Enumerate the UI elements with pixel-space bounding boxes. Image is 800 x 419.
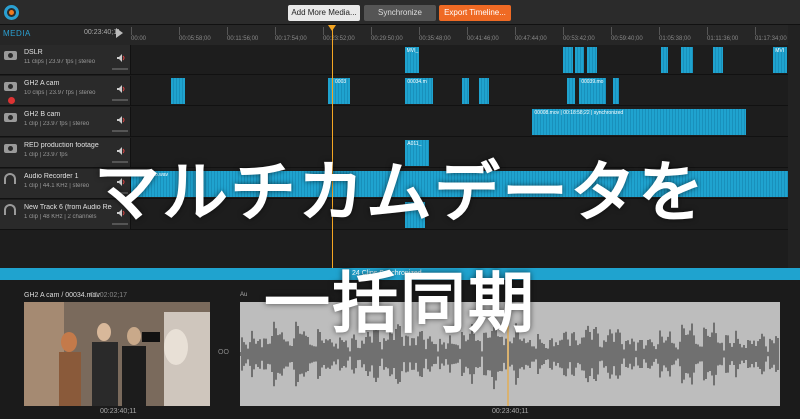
- link-icon[interactable]: OO: [218, 349, 229, 356]
- media-clip[interactable]: [567, 78, 576, 104]
- camera-icon: [4, 51, 17, 60]
- media-clip[interactable]: [680, 47, 693, 73]
- track-row[interactable]: DSLR 11 clips | 23.97 fps | stereo MVI_ MVI: [0, 45, 800, 75]
- media-label: MEDIA: [3, 29, 31, 38]
- preview-time: 00:23:40;11: [100, 408, 137, 415]
- ruler-tick: 01:11:36;00: [707, 27, 739, 42]
- media-clip[interactable]: [713, 47, 724, 73]
- media-clip[interactable]: [575, 47, 584, 73]
- ruler-tick: 01:17:34;00: [755, 27, 787, 42]
- track-lane[interactable]: 00008.mov | 00:18:58;22 | synchronized: [131, 107, 800, 136]
- volume-slider[interactable]: [112, 68, 128, 70]
- ruler-tick: 00:47:44;00: [515, 27, 547, 42]
- overlay-headline: マルチカムデータを: [94, 154, 706, 231]
- playhead-time: 00:23:40;11: [84, 29, 121, 36]
- warning-icon: [8, 97, 15, 104]
- ruler-tick: 00:29:50;00: [371, 27, 403, 42]
- export-timeline-button[interactable]: Export Timeline...: [439, 5, 511, 21]
- volume-slider[interactable]: [112, 130, 128, 132]
- clip-label: 00039.mo: [581, 79, 604, 85]
- media-clip[interactable]: [612, 78, 620, 104]
- ruler-tick: 00:11:56;00: [227, 27, 259, 42]
- volume-slider[interactable]: [112, 99, 128, 101]
- ruler-tick: 00:23:52;00: [323, 27, 355, 42]
- media-clip[interactable]: 00008.mov | 00:18:58;22 | synchronized: [532, 109, 747, 135]
- track-info: 10 clips | 23.97 fps | stereo: [24, 90, 96, 96]
- track-name[interactable]: DSLR: [24, 49, 112, 56]
- media-clip[interactable]: [563, 47, 573, 73]
- speaker-icon[interactable]: [117, 85, 125, 93]
- track-lane[interactable]: MVI_ MVI: [131, 45, 800, 74]
- clip-label: 00008.mov | 00:18:58;22 | synchronized: [534, 110, 624, 116]
- media-clip[interactable]: [587, 47, 598, 73]
- clip-label: MVI_: [406, 48, 419, 54]
- media-clip[interactable]: 00039.mo: [579, 78, 606, 104]
- media-clip[interactable]: MVI: [773, 47, 787, 73]
- ruler-tick: 01:05:38;00: [659, 27, 691, 42]
- track-row[interactable]: GH2 B cam 1 clip | 23.97 fps | stereo 0000…: [0, 107, 800, 137]
- ruler-tick: 00:53:42;00: [563, 27, 595, 42]
- clip-label: 0003: [335, 79, 347, 85]
- clip-label: 00034.m: [407, 79, 427, 85]
- ruler-tick: 00:35:48;00: [419, 27, 451, 42]
- track-info: 11 clips | 23.97 fps | stereo: [24, 59, 96, 65]
- media-clip[interactable]: [478, 78, 489, 104]
- track-name[interactable]: GH2 A cam: [24, 80, 112, 87]
- track-row[interactable]: GH2 A cam 10 clips | 23.97 fps | stereo 00…: [0, 76, 800, 106]
- ruler-tick: 00:59:40;00: [611, 27, 643, 42]
- synchronize-button[interactable]: Synchronize: [364, 5, 436, 21]
- ruler-tick: 00:41:46;00: [467, 27, 499, 42]
- media-clip[interactable]: [462, 78, 469, 104]
- track-header[interactable]: GH2 A cam 10 clips | 23.97 fps | stereo: [0, 76, 131, 105]
- ruler-tick: 00:05:58;00: [179, 27, 211, 42]
- speaker-icon[interactable]: [117, 54, 125, 62]
- media-clip[interactable]: 00034.m: [405, 78, 434, 104]
- camera-icon: [4, 113, 17, 122]
- speaker-icon[interactable]: [117, 116, 125, 124]
- media-clip[interactable]: MVI_: [404, 47, 420, 73]
- track-name[interactable]: GH2 B cam: [24, 111, 112, 118]
- ruler-tick: 00:00: [131, 27, 147, 42]
- track-info: 1 clip | 23.97 fps | stereo: [24, 121, 90, 127]
- track-header[interactable]: DSLR 11 clips | 23.97 fps | stereo: [0, 45, 131, 74]
- playhead-handle-icon[interactable]: [328, 25, 336, 31]
- overlay-subheadline: 一括同期: [264, 265, 536, 342]
- waveform-time: 00:23:40;11: [492, 408, 529, 415]
- media-clip[interactable]: 0003: [333, 78, 350, 104]
- ruler-tick: 00:17:54;00: [275, 27, 307, 42]
- title-bar: Add More Media... Synchronize Export Tim…: [0, 0, 800, 25]
- play-icon[interactable]: [116, 28, 123, 38]
- media-clip[interactable]: [660, 47, 668, 73]
- app-logo-icon: [4, 5, 19, 20]
- add-media-button[interactable]: Add More Media...: [288, 5, 360, 21]
- ruler-ticks: 00:00 00:05:58;00 00:11:56;00 00:17:54;00 00…: [131, 25, 800, 45]
- clip-label: MVI: [775, 48, 785, 54]
- track-header[interactable]: GH2 B cam 1 clip | 23.97 fps | stereo: [0, 107, 131, 136]
- media-clip[interactable]: [171, 78, 185, 104]
- camera-icon: [4, 82, 17, 91]
- timeline-ruler[interactable]: MEDIA 00:23:40;11 00:00 00:05:58;00 00:11:…: [0, 25, 800, 45]
- track-lane[interactable]: 0003 00034.m 00039.mo: [131, 76, 800, 105]
